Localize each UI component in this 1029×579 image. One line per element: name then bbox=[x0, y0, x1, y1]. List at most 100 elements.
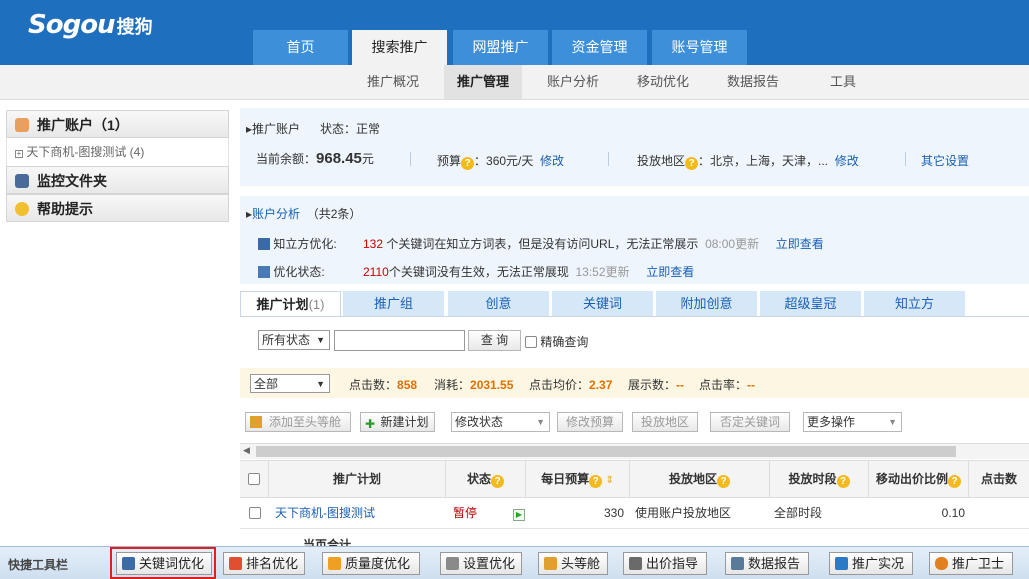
negative-keywords-button[interactable]: 否定关键词 bbox=[710, 412, 790, 432]
tab-extra-creatives[interactable]: 附加创意 bbox=[656, 291, 757, 316]
live-promotion-button[interactable]: 推广实况 bbox=[829, 552, 913, 575]
account-info-heading: ▸推广账户 bbox=[246, 122, 301, 136]
lightbulb-icon bbox=[15, 202, 29, 216]
row-status: 暂停 bbox=[453, 506, 478, 520]
col-period[interactable]: 投放时段? bbox=[770, 461, 869, 498]
main-tab-funds[interactable]: 资金管理 bbox=[552, 30, 647, 65]
col-mobile-ratio[interactable]: 移动出价比例? bbox=[869, 461, 969, 498]
account-status: 状态：正常 bbox=[320, 122, 381, 136]
quality-icon bbox=[328, 557, 341, 570]
data-report-button[interactable]: 数据报告 bbox=[725, 552, 809, 575]
tab-creatives[interactable]: 创意 bbox=[448, 291, 549, 316]
tab-keywords[interactable]: 关键词 bbox=[552, 291, 653, 316]
row-region: 使用账户投放地区 bbox=[635, 506, 732, 520]
rank-optimize-button[interactable]: 排名优化 bbox=[223, 552, 305, 575]
tab-super-crown[interactable]: 超级皇冠 bbox=[760, 291, 861, 316]
highlight-box bbox=[110, 547, 216, 579]
tab-plans[interactable]: 推广计划(1) bbox=[240, 291, 341, 317]
row-checkbox[interactable] bbox=[249, 499, 261, 528]
col-plan[interactable]: 推广计划 bbox=[269, 461, 446, 498]
stat-avg-price: 点击均价：2.37 bbox=[529, 378, 613, 392]
main-tab-account[interactable]: 账号管理 bbox=[652, 30, 747, 65]
shield-icon bbox=[935, 557, 948, 570]
region: 投放地区? ：北京，上海，天津，... 修改 bbox=[637, 154, 859, 170]
cabin-icon bbox=[250, 416, 262, 428]
search-button[interactable]: 查 询 bbox=[468, 330, 521, 351]
col-region[interactable]: 投放地区? bbox=[630, 461, 770, 498]
col-budget[interactable]: 每日预算? ⇕ bbox=[526, 461, 630, 498]
promotion-guard-button[interactable]: 推广卫士 bbox=[929, 552, 1013, 575]
sogou-logo[interactable]: Sogou 搜狗 bbox=[28, 10, 153, 40]
sort-icon: ⇕ bbox=[605, 475, 614, 486]
bid-guide-button[interactable]: 出价指导 bbox=[623, 552, 707, 575]
sub-tab-reports[interactable]: 数据报告 bbox=[714, 65, 792, 99]
main-tab-home[interactable]: 首页 bbox=[253, 30, 348, 65]
sub-tab-analysis[interactable]: 账户分析 bbox=[534, 65, 612, 99]
monitor-icon bbox=[15, 174, 29, 188]
sidebar-accounts-title: 推广账户（1） bbox=[37, 117, 129, 133]
first-class-button[interactable]: 头等舱 bbox=[538, 552, 608, 575]
bid-icon bbox=[629, 557, 642, 570]
modify-budget-button[interactable]: 修改预算 bbox=[557, 412, 623, 432]
analysis-heading[interactable]: ▸账户分析 （共2条） bbox=[246, 205, 361, 222]
sub-tab-overview[interactable]: 推广概况 bbox=[354, 65, 432, 99]
view-now-link[interactable]: 立即查看 bbox=[646, 265, 694, 279]
stat-cost: 消耗：2031.55 bbox=[434, 378, 514, 392]
sidebar-monitor-header[interactable]: 监控文件夹 bbox=[6, 166, 229, 194]
exact-search-checkbox[interactable]: 精确查询 bbox=[525, 333, 588, 350]
balance: 当前余额：968.45元 bbox=[256, 150, 374, 167]
status-filter-select[interactable]: 所有状态 ▼ bbox=[258, 330, 330, 350]
row-budget: 330 bbox=[603, 506, 624, 520]
rank-icon bbox=[229, 557, 242, 570]
sub-navigation: 推广概况 推广管理 账户分析 移动优化 数据报告 工具 bbox=[0, 65, 1029, 100]
top-header: Sogou 搜狗 首页 搜索推广 网盟推广 资金管理 账号管理 bbox=[0, 0, 1029, 65]
col-status[interactable]: 状态? bbox=[446, 461, 526, 498]
more-operations-select[interactable]: 更多操作 ▼ bbox=[803, 412, 902, 432]
view-now-link[interactable]: 立即查看 bbox=[776, 237, 824, 251]
date-range-select[interactable]: 全部 ▼ bbox=[250, 374, 330, 393]
budget: 预算? ：360元/天 修改 bbox=[437, 154, 565, 170]
help-icon: ? bbox=[685, 157, 699, 170]
list-icon bbox=[258, 266, 270, 278]
main-tab-search-promotion[interactable]: 搜索推广 bbox=[352, 30, 447, 65]
col-clicks[interactable]: 点击数 bbox=[969, 461, 1029, 498]
table-header: 推广计划 状态? 每日预算? ⇕ 投放地区? 投放时段? 移动出价比例? 点击数 bbox=[240, 460, 1029, 498]
other-settings-link[interactable]: 其它设置 bbox=[921, 152, 969, 169]
horizontal-scrollbar[interactable]: ◀ bbox=[240, 443, 1029, 459]
region-button[interactable]: 投放地区 bbox=[632, 412, 698, 432]
add-to-first-class-button[interactable]: 添加至头等舱 bbox=[245, 412, 351, 432]
search-input[interactable] bbox=[334, 330, 465, 351]
sidebar-account-item[interactable]: + 天下商机-图搜测试 (4) bbox=[6, 138, 229, 166]
select-all-checkbox[interactable] bbox=[240, 461, 269, 498]
cabin-icon bbox=[544, 557, 557, 570]
main-tab-union-promotion[interactable]: 网盟推广 bbox=[453, 30, 548, 65]
analysis-row-status: 优化状态: bbox=[258, 263, 325, 280]
play-icon[interactable]: ▶ bbox=[513, 499, 525, 528]
user-icon bbox=[15, 118, 29, 132]
plan-name-link[interactable]: 天下商机-图搜测试 bbox=[275, 499, 375, 528]
sub-tab-tools[interactable]: 工具 bbox=[804, 65, 882, 99]
region-edit-link[interactable]: 修改 bbox=[835, 154, 859, 168]
tab-zhilifang[interactable]: 知立方 bbox=[864, 291, 965, 316]
budget-edit-link[interactable]: 修改 bbox=[540, 154, 564, 168]
settings-optimize-button[interactable]: 设置优化 bbox=[440, 552, 522, 575]
book-icon bbox=[258, 238, 270, 250]
modify-status-select[interactable]: 修改状态 ▼ bbox=[451, 412, 550, 432]
sub-tab-mobile[interactable]: 移动优化 bbox=[624, 65, 702, 99]
row-period: 全部时段 bbox=[774, 506, 823, 520]
plus-icon: ✚ bbox=[365, 417, 376, 431]
scroll-thumb[interactable] bbox=[256, 446, 956, 457]
stat-clicks: 点击数：858 bbox=[349, 378, 418, 392]
tab-groups[interactable]: 推广组 bbox=[343, 291, 444, 316]
row-mobile-ratio: 0.10 bbox=[941, 506, 965, 520]
sub-tab-management[interactable]: 推广管理 bbox=[444, 65, 522, 99]
stat-ctr: 点击率：-- bbox=[699, 378, 756, 392]
settings-icon bbox=[446, 557, 459, 570]
table-row: 天下商机-图搜测试 暂停 ▶ 330 使用账户投放地区 全部时段 0.10 bbox=[240, 499, 1029, 529]
analysis-row-zhilifang: 知立方优化: bbox=[258, 235, 337, 252]
new-plan-button[interactable]: ✚ 新建计划 bbox=[360, 412, 435, 432]
sidebar-accounts-header[interactable]: 推广账户（1） bbox=[6, 110, 229, 138]
expand-icon[interactable]: + bbox=[15, 150, 23, 158]
quality-optimize-button[interactable]: 质量度优化 bbox=[322, 552, 420, 575]
sidebar-help-header[interactable]: 帮助提示 bbox=[6, 194, 229, 222]
